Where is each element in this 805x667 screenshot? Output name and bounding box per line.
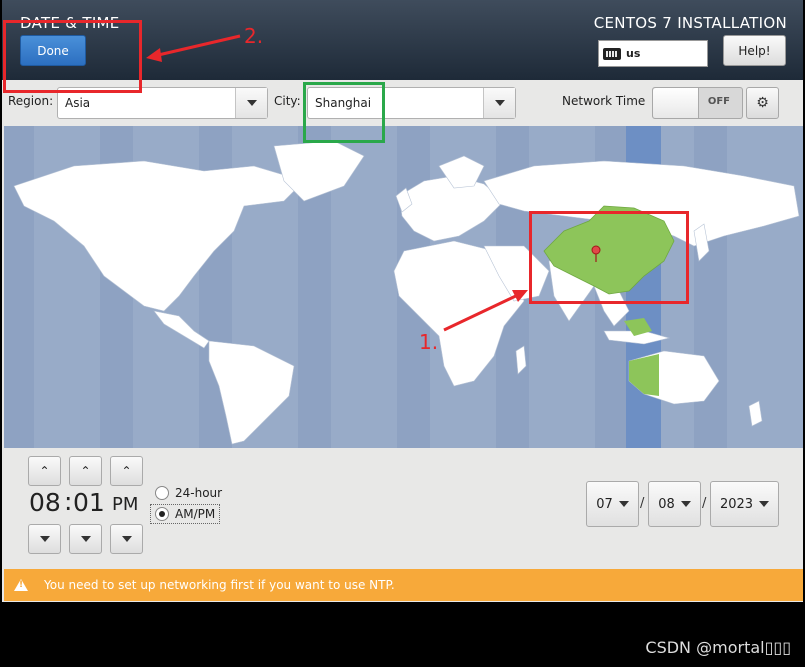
period-display: PM (112, 494, 139, 515)
radio-24h[interactable] (155, 486, 169, 500)
format-24h-option[interactable]: 24-hour (155, 486, 222, 500)
date-separator: / (640, 496, 645, 511)
annotation-box-city (303, 82, 385, 143)
annotation-box-done (3, 20, 142, 93)
minute-up-button[interactable]: ⌃ (69, 456, 102, 486)
chevron-down-icon (80, 536, 91, 542)
radio-ampm[interactable] (155, 507, 169, 521)
network-time-label: Network Time (562, 94, 646, 108)
region-label: Region: (8, 94, 54, 108)
period-down-button[interactable] (110, 524, 143, 554)
chevron-up-icon: ⌃ (80, 464, 91, 478)
format-ampm-label: AM/PM (175, 507, 216, 521)
switch-state-label: OFF (707, 96, 730, 107)
product-title: CENTOS 7 INSTALLATION (593, 14, 787, 32)
chevron-down-icon (39, 536, 50, 542)
keyboard-layout-indicator[interactable]: us (598, 40, 708, 67)
warning-message: You need to set up networking first if y… (44, 578, 395, 592)
month-combo[interactable]: 07 (586, 481, 639, 527)
warning-icon (14, 579, 28, 591)
format-ampm-option[interactable]: AM/PM (150, 504, 221, 524)
year-value: 2023 (719, 496, 754, 512)
month-value: 07 (596, 496, 613, 512)
date-separator: / (702, 496, 707, 511)
minute-down-button[interactable] (69, 524, 102, 554)
annotation-box-region (529, 211, 689, 304)
day-combo[interactable]: 08 (648, 481, 701, 527)
hour-down-button[interactable] (28, 524, 61, 554)
watermark: CSDN @mortal▯▯▯ (645, 638, 791, 657)
help-button[interactable]: Help! (723, 35, 786, 66)
minute-display: 01 (73, 488, 105, 517)
format-24h-label: 24-hour (175, 486, 223, 500)
annotation-step-2: 2. (244, 24, 264, 48)
chevron-down-icon (680, 501, 691, 507)
ntp-settings-button[interactable]: ⚙ (746, 87, 779, 119)
annotation-arrow-2 (146, 34, 241, 62)
hour-up-button[interactable]: ⌃ (28, 456, 61, 486)
region-value: Asia (65, 96, 91, 110)
network-time-switch[interactable]: OFF (652, 87, 743, 119)
hour-display: 08 (29, 488, 61, 517)
period-up-button[interactable]: ⌃ (110, 456, 143, 486)
annotation-arrow-1 (443, 290, 528, 332)
chevron-up-icon: ⌃ (39, 464, 50, 478)
chevron-down-icon (759, 501, 770, 507)
keyboard-layout-label: us (626, 47, 641, 60)
chevron-down-icon (618, 501, 629, 507)
day-value: 08 (658, 496, 675, 512)
chevron-down-icon[interactable] (235, 88, 267, 118)
chevron-up-icon: ⌃ (121, 464, 132, 478)
annotation-step-1: 1. (419, 330, 439, 354)
ntp-warning-bar: You need to set up networking first if y… (4, 569, 803, 601)
time-separator: : (64, 487, 73, 516)
keyboard-icon (603, 47, 621, 60)
city-label: City: (274, 94, 301, 108)
chevron-down-icon (121, 536, 132, 542)
year-combo[interactable]: 2023 (710, 481, 779, 527)
switch-knob[interactable] (653, 88, 699, 118)
chevron-down-icon[interactable] (483, 88, 515, 118)
gear-icon: ⚙ (756, 95, 769, 111)
